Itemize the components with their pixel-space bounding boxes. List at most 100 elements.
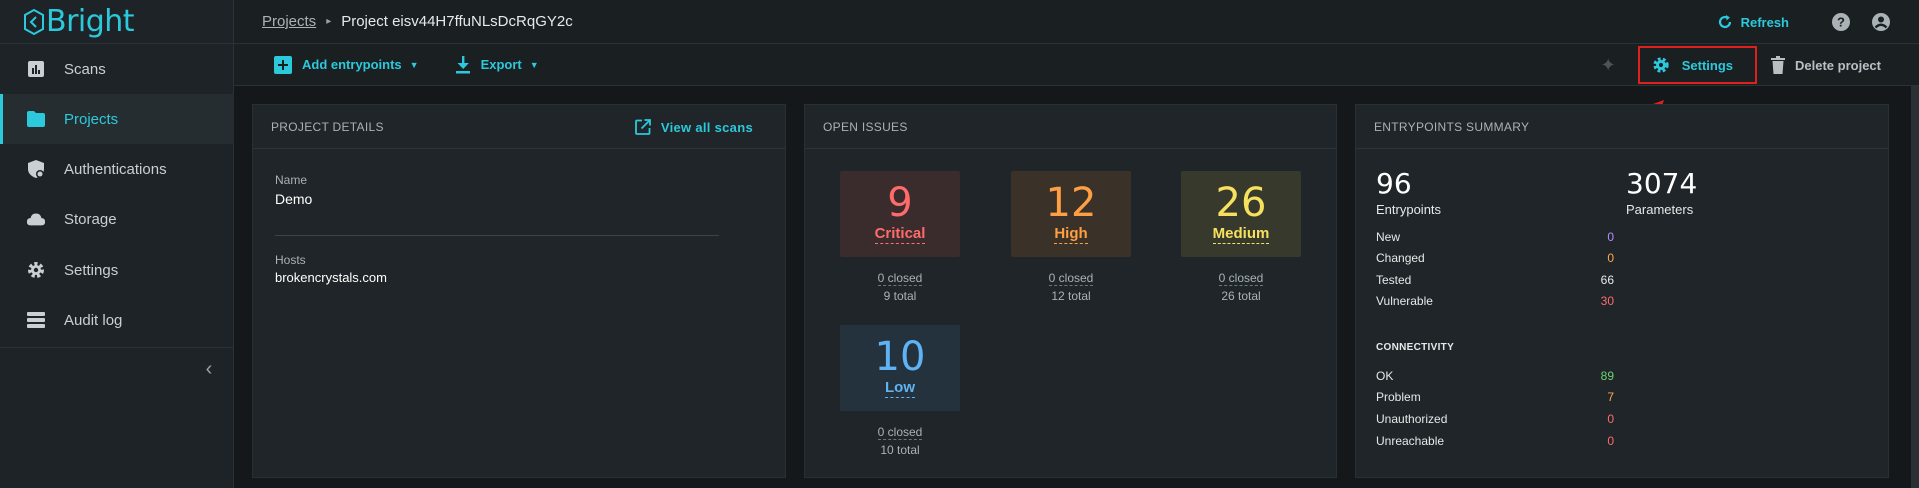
sidebar-item-settings[interactable]: Settings	[0, 245, 234, 295]
brand-logo[interactable]: Bright	[0, 0, 233, 44]
add-entrypoints-label: Add entrypoints	[302, 57, 402, 72]
severity-name: Medium	[1212, 225, 1270, 244]
severity-count: 26	[1215, 180, 1267, 226]
panel-title: PROJECT DETAILS	[271, 119, 384, 134]
collapse-sidebar-chevron-icon[interactable]: ‹	[200, 359, 218, 379]
severity-total: 12 total	[1051, 289, 1091, 303]
severity-closed[interactable]: 0 closed	[877, 271, 923, 286]
severity-count: 9	[887, 180, 913, 226]
toolbar-right-actions: ✦ Settings Delete project	[1601, 44, 1881, 86]
severity-box: 9 Critical	[840, 171, 960, 257]
sidebar-item-label: Settings	[64, 261, 119, 279]
connectivity-row-unauthorized: Unauthorized 0	[1376, 412, 1614, 426]
sidebar-item-label: Audit log	[64, 311, 123, 329]
row-value: 30	[1600, 294, 1614, 308]
severity-tile-medium[interactable]: 26 Medium 0 closed 26 total	[1181, 171, 1301, 303]
open-issues-panel: OPEN ISSUES 9 Critical 0 closed 9 total …	[804, 104, 1337, 478]
row-label: Changed	[1376, 251, 1425, 265]
caret-down-icon: ▼	[529, 59, 539, 70]
severity-closed[interactable]: 0 closed	[877, 425, 923, 440]
export-button[interactable]: Export ▼	[455, 55, 539, 74]
account-icon[interactable]	[1871, 12, 1891, 32]
sidebar-item-label: Authentications	[64, 160, 167, 178]
sparkle-icon[interactable]: ✦	[1601, 55, 1616, 76]
row-value: 66	[1600, 273, 1614, 287]
connectivity-row-problem: Problem 7	[1376, 390, 1614, 404]
view-all-scans-link[interactable]: View all scans	[634, 105, 753, 149]
severity-total: 10 total	[880, 443, 920, 457]
entrypoints-count: 96	[1376, 167, 1412, 200]
breadcrumb-projects-link[interactable]: Projects	[262, 13, 316, 30]
sidebar-item-label: Projects	[64, 110, 119, 128]
export-label: Export	[480, 57, 522, 72]
row-value: 7	[1607, 390, 1614, 404]
row-label: Tested	[1376, 273, 1412, 287]
row-value: 89	[1600, 369, 1614, 383]
severity-tile-high[interactable]: 12 High 0 closed 12 total	[1011, 171, 1131, 303]
name-label: Name	[275, 173, 308, 187]
open-external-icon	[634, 119, 651, 135]
trash-icon	[1771, 56, 1786, 74]
refresh-label: Refresh	[1740, 14, 1789, 30]
sidebar-item-label: Scans	[64, 60, 106, 78]
name-value: Demo	[275, 191, 313, 207]
row-value: 0	[1607, 434, 1614, 448]
sidebar-divider	[0, 347, 234, 348]
cloud-icon	[26, 209, 46, 229]
brand-name: Bright	[46, 4, 135, 39]
parameters-count: 3074	[1626, 167, 1698, 200]
breadcrumb-separator: ▸	[326, 16, 332, 27]
panel-title: OPEN ISSUES	[823, 119, 908, 134]
list-icon	[26, 310, 46, 330]
add-box-icon	[274, 55, 292, 74]
severity-name: High	[1054, 225, 1088, 244]
status-row-new: New 0	[1376, 230, 1614, 244]
sidebar-item-storage[interactable]: Storage	[0, 194, 234, 244]
breadcrumb-current-project: Project eisv44H7ffuNLsDcRqGY2c	[341, 13, 573, 30]
sidebar-item-authentications[interactable]: Authentications	[0, 144, 234, 194]
row-label: Problem	[1376, 390, 1421, 404]
open-issues-header: OPEN ISSUES	[805, 105, 1336, 149]
severity-box: 26 Medium	[1181, 171, 1301, 257]
shield-lock-icon	[26, 159, 46, 179]
view-all-scans-label: View all scans	[660, 119, 753, 135]
row-label: Vulnerable	[1376, 294, 1433, 308]
severity-closed[interactable]: 0 closed	[1218, 271, 1264, 286]
connectivity-title: CONNECTIVITY	[1376, 342, 1455, 353]
project-details-panel: PROJECT DETAILS View all scans Name Demo…	[252, 104, 786, 478]
help-icon[interactable]: ?	[1831, 12, 1851, 32]
severity-box: 10 Low	[840, 325, 960, 411]
entrypoints-summary-header: ENTRYPOINTS SUMMARY	[1356, 105, 1888, 149]
page-scrollbar[interactable]	[1911, 86, 1919, 488]
folder-icon	[26, 109, 46, 129]
row-label: Unauthorized	[1376, 412, 1448, 426]
severity-tile-critical[interactable]: 9 Critical 0 closed 9 total	[840, 171, 960, 303]
sidebar-item-scans[interactable]: Scans	[0, 44, 234, 94]
severity-total: 9 total	[883, 289, 917, 303]
refresh-button[interactable]: Refresh	[1717, 14, 1789, 30]
severity-name: Critical	[874, 225, 926, 244]
sidebar-item-projects[interactable]: Projects	[0, 94, 234, 144]
svg-text:?: ?	[1837, 15, 1845, 30]
row-value: 0	[1607, 251, 1614, 265]
connectivity-row-unreachable: Unreachable 0	[1376, 434, 1614, 448]
row-label: New	[1376, 230, 1401, 244]
severity-tile-low[interactable]: 10 Low 0 closed 10 total	[840, 325, 960, 457]
bright-logo-icon	[24, 8, 44, 35]
sidebar-item-audit-log[interactable]: Audit log	[0, 295, 234, 345]
sidebar-item-label: Storage	[64, 210, 117, 228]
header: Projects ▸ Project eisv44H7ffuNLsDcRqGY2…	[234, 0, 1919, 44]
parameters-label: Parameters	[1626, 202, 1694, 217]
details-divider	[275, 235, 719, 236]
delete-project-button[interactable]: Delete project	[1771, 56, 1881, 74]
status-row-tested: Tested 66	[1376, 273, 1614, 287]
panel-title: ENTRYPOINTS SUMMARY	[1374, 119, 1530, 134]
refresh-icon	[1718, 15, 1731, 29]
add-entrypoints-button[interactable]: Add entrypoints ▼	[274, 55, 419, 74]
severity-closed[interactable]: 0 closed	[1048, 271, 1094, 286]
settings-button[interactable]: Settings	[1637, 46, 1758, 84]
entrypoints-summary-panel: ENTRYPOINTS SUMMARY 96 Entrypoints 3074 …	[1355, 104, 1889, 478]
project-toolbar: Add entrypoints ▼ Export ▼ ✦ Settings De…	[234, 44, 1919, 86]
status-row-vulnerable: Vulnerable 30	[1376, 294, 1614, 308]
download-icon	[455, 55, 470, 73]
